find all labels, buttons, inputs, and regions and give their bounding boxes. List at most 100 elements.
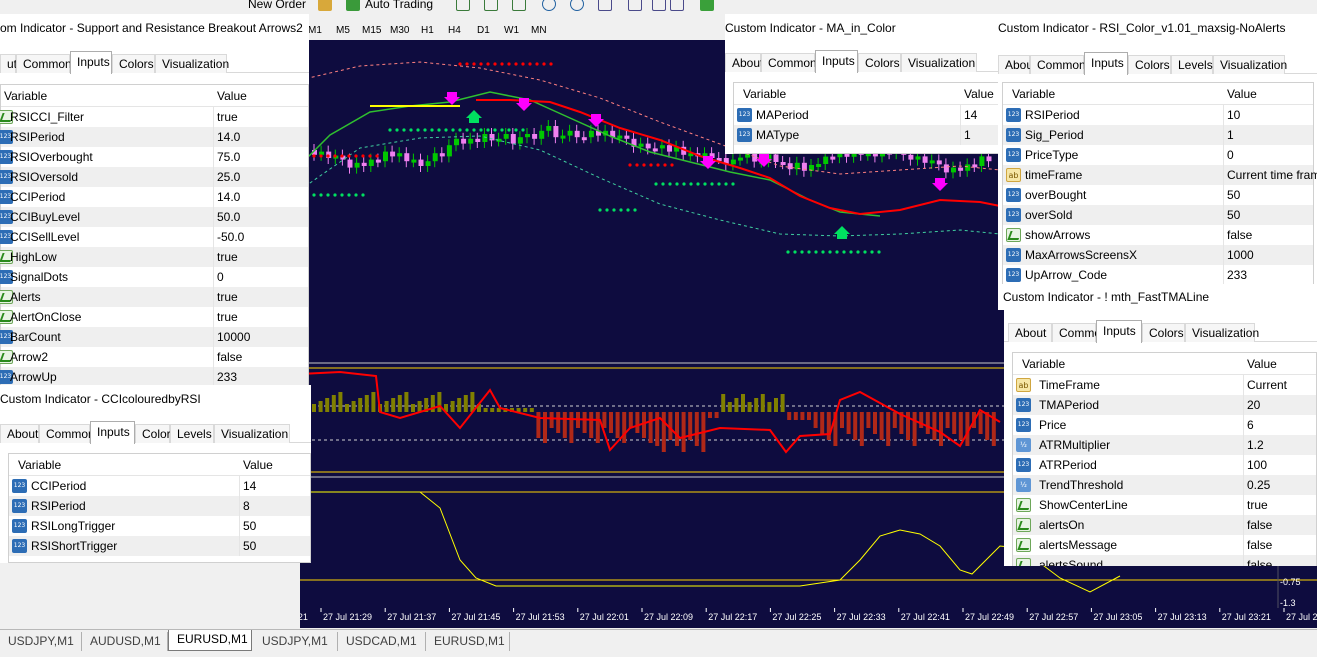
parameter-value[interactable]: 14 xyxy=(964,105,977,125)
tab-colors[interactable]: Colors xyxy=(112,54,155,73)
parameter-row[interactable]: alertsOn false xyxy=(1013,515,1316,535)
parameter-value[interactable]: 233 xyxy=(217,367,237,385)
parameter-value[interactable]: 25.0 xyxy=(217,167,240,187)
parameter-value[interactable]: false xyxy=(1227,225,1252,245)
value-column-header[interactable]: Value xyxy=(1247,353,1277,375)
parameter-row[interactable]: Arrow2 false xyxy=(0,347,308,367)
parameter-value[interactable]: 75.0 xyxy=(217,147,240,167)
parameter-row[interactable]: overSold 50 xyxy=(1003,205,1313,225)
parameter-value[interactable]: true xyxy=(1247,495,1268,515)
variable-column-header[interactable]: Variable xyxy=(1022,353,1065,375)
timeframe-m1[interactable]: M1 xyxy=(308,23,322,39)
parameter-value[interactable]: 10000 xyxy=(217,327,250,347)
parameter-value[interactable]: 50 xyxy=(1227,205,1240,225)
timeframe-m15[interactable]: M15 xyxy=(362,23,381,39)
parameter-row[interactable]: HighLow true xyxy=(0,247,308,267)
parameter-value[interactable]: 100 xyxy=(1247,455,1267,475)
tab-common[interactable]: Common xyxy=(761,53,817,72)
tab-inputs[interactable]: Inputs xyxy=(1096,320,1142,343)
parameter-row[interactable]: showArrows false xyxy=(1003,225,1313,245)
variable-column-header[interactable]: Variable xyxy=(743,83,786,105)
parameter-value[interactable]: 14 xyxy=(243,476,256,496)
parameter-value[interactable]: true xyxy=(217,287,238,307)
auto-trading-icon[interactable] xyxy=(346,0,360,11)
parameter-row[interactable]: alertsSound false xyxy=(1013,555,1316,566)
tab-inputs[interactable]: Inputs xyxy=(815,50,858,73)
parameter-value[interactable]: 8 xyxy=(243,496,250,516)
parameter-value[interactable]: 1.2 xyxy=(1247,435,1264,455)
tab-colors[interactable]: Colors xyxy=(858,53,901,72)
tab-usdjpy-m1[interactable]: USDJPY,M1 xyxy=(0,632,82,651)
candlestick-icon[interactable] xyxy=(484,0,498,11)
parameter-row[interactable]: RSIShortTrigger 50 xyxy=(9,536,310,556)
parameter-value[interactable]: 0 xyxy=(1227,145,1234,165)
parameter-value[interactable]: 233 xyxy=(1227,265,1247,285)
parameter-row[interactable]: SignalDots 0 xyxy=(0,267,308,287)
tab-about[interactable]: About xyxy=(0,424,39,443)
parameter-row[interactable]: MAType 1 xyxy=(734,125,999,145)
tab-visualization[interactable]: Visualization xyxy=(155,54,229,73)
bar-chart-icon[interactable] xyxy=(456,0,470,11)
autoscroll-icon[interactable] xyxy=(652,0,666,11)
value-column-header[interactable]: Value xyxy=(964,83,994,105)
parameter-row[interactable]: TrendThreshold 0.25 xyxy=(1013,475,1316,495)
metaeditor-icon[interactable] xyxy=(318,0,332,11)
parameter-value[interactable]: 14.0 xyxy=(217,127,240,147)
tab-colors[interactable]: Colors xyxy=(1128,55,1171,74)
timeframe-d1[interactable]: D1 xyxy=(477,23,490,39)
new-order-button[interactable]: New Order xyxy=(248,0,306,12)
parameter-row[interactable]: overBought 50 xyxy=(1003,185,1313,205)
parameter-value[interactable]: 20 xyxy=(1247,395,1260,415)
tab-usdcad-m1[interactable]: USDCAD,M1 xyxy=(338,632,426,651)
tab-common[interactable]: Common xyxy=(39,424,95,443)
parameter-row[interactable]: ShowCenterLine true xyxy=(1013,495,1316,515)
timeframe-h4[interactable]: H4 xyxy=(448,23,461,39)
parameter-row[interactable]: CCIBuyLevel 50.0 xyxy=(0,207,308,227)
tab-about[interactable]: About xyxy=(998,55,1036,74)
variable-column-header[interactable]: Variable xyxy=(4,85,47,107)
parameter-row[interactable]: RSICCI_Filter true xyxy=(0,107,308,127)
parameter-row[interactable]: ATRPeriod 100 xyxy=(1013,455,1316,475)
value-column-header[interactable]: Value xyxy=(1227,83,1257,105)
timeframe-m5[interactable]: M5 xyxy=(336,23,350,39)
tab-common[interactable]: Common xyxy=(1052,323,1108,342)
tab-common[interactable]: Common xyxy=(16,54,72,73)
parameter-value[interactable]: 1000 xyxy=(1227,245,1254,265)
timeframe-mn[interactable]: MN xyxy=(531,23,547,39)
parameter-row[interactable]: timeFrame Current time frame xyxy=(1003,165,1317,185)
parameter-value[interactable]: 1 xyxy=(964,125,971,145)
tab-about[interactable]: About xyxy=(725,53,763,72)
parameter-value[interactable]: 1 xyxy=(1227,125,1234,145)
parameter-value[interactable]: 50 xyxy=(243,536,256,556)
parameter-row[interactable]: ATRMultiplier 1.2 xyxy=(1013,435,1316,455)
parameter-row[interactable]: Price 6 xyxy=(1013,415,1316,435)
value-column-header[interactable]: Value xyxy=(217,85,247,107)
tile-windows-icon[interactable] xyxy=(598,0,612,11)
tab-colors[interactable]: Colors xyxy=(1142,323,1185,342)
timeframe-w1[interactable]: W1 xyxy=(504,23,519,39)
parameter-value[interactable]: false xyxy=(1247,535,1272,555)
parameter-value[interactable]: 50.0 xyxy=(217,207,240,227)
tab-ut[interactable]: ut xyxy=(0,54,17,73)
parameter-value[interactable]: false xyxy=(217,347,242,367)
parameter-row[interactable]: UpArrow_Code 233 xyxy=(1003,265,1313,285)
parameter-value[interactable]: true xyxy=(217,107,238,127)
tab-inputs[interactable]: Inputs xyxy=(70,51,112,74)
parameter-row[interactable]: CCIPeriod 14 xyxy=(9,476,310,496)
zoom-in-icon[interactable] xyxy=(542,0,556,11)
tab-visualization[interactable]: Visualization xyxy=(1213,55,1287,74)
parameter-row[interactable]: CCIPeriod 14.0 xyxy=(0,187,308,207)
parameter-row[interactable]: MAPeriod 14 xyxy=(734,105,999,125)
zoom-out-icon[interactable] xyxy=(570,0,584,11)
tab-usdjpy-m1-2[interactable]: USDJPY,M1 xyxy=(254,632,338,651)
indicators-icon[interactable] xyxy=(700,0,714,11)
parameter-value[interactable]: Current xyxy=(1247,375,1287,395)
parameter-row[interactable]: ArrowUp 233 xyxy=(0,367,308,385)
timeframe-m30[interactable]: M30 xyxy=(390,23,409,39)
parameter-row[interactable]: RSIOverbought 75.0 xyxy=(0,147,308,167)
tab-inputs[interactable]: Inputs xyxy=(1084,52,1128,75)
tab-about[interactable]: About xyxy=(1008,323,1052,342)
parameter-value[interactable]: 50 xyxy=(243,516,256,536)
parameter-row[interactable]: RSIPeriod 14.0 xyxy=(0,127,308,147)
parameter-value[interactable]: false xyxy=(1247,555,1272,566)
